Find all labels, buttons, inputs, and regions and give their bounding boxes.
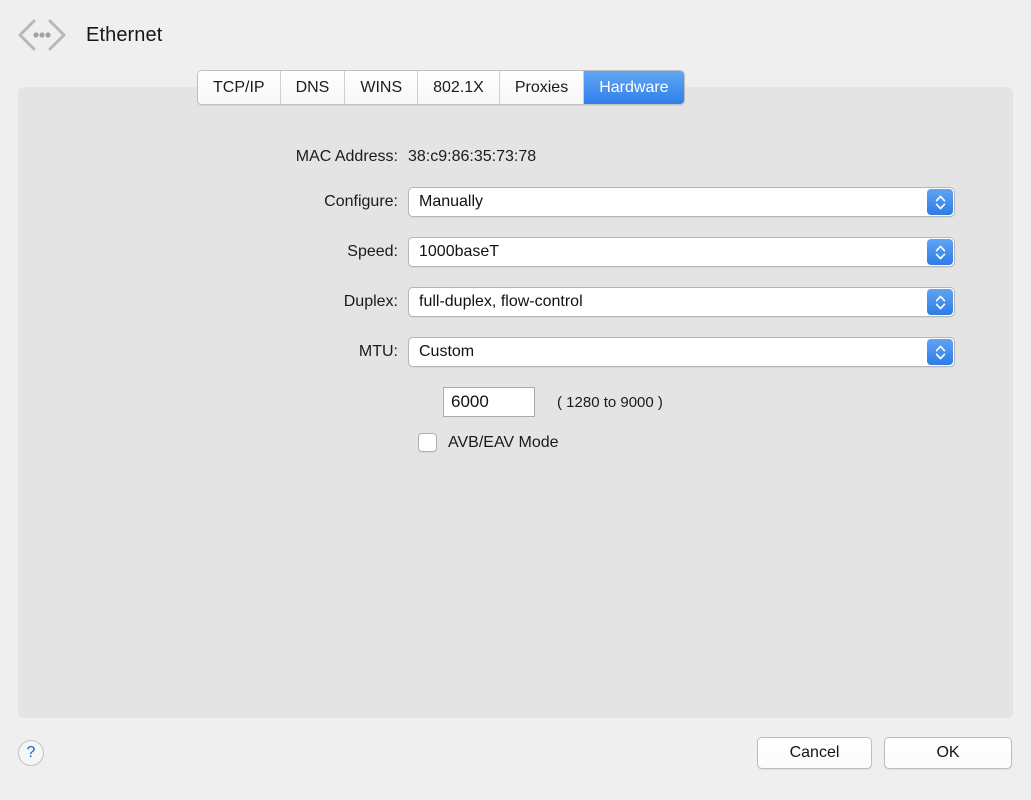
tab-tcpip[interactable]: TCP/IP <box>198 71 281 104</box>
duplex-select[interactable]: full-duplex, flow-control <box>408 287 955 317</box>
mtu-label: MTU: <box>358 343 398 360</box>
tab-proxies[interactable]: Proxies <box>499 71 585 104</box>
tab-bar: TCP/IP DNS WINS 802.1X Proxies Hardware <box>197 70 685 105</box>
mac-address-label: MAC Address: <box>295 148 398 165</box>
ethernet-icon <box>16 16 68 54</box>
configure-select[interactable]: Manually <box>408 187 955 217</box>
mtu-range-hint: ( 1280 to 9000 ) <box>557 393 663 411</box>
mtu-value-input[interactable]: 6000 <box>443 387 535 417</box>
avb-eav-label: AVB/EAV Mode <box>448 433 559 451</box>
mac-address-row: MAC Address: 38:c9:86:35:73:78 <box>0 148 536 166</box>
tab-8021x[interactable]: 802.1X <box>418 71 500 104</box>
duplex-label: Duplex: <box>343 293 398 310</box>
avb-eav-row[interactable]: AVB/EAV Mode <box>418 433 559 452</box>
avb-eav-checkbox[interactable] <box>418 433 437 452</box>
mtu-value: Custom <box>419 343 475 360</box>
configure-row: Configure: Manually <box>0 187 955 217</box>
cancel-button[interactable]: Cancel <box>757 737 872 769</box>
help-button[interactable]: ? <box>18 740 44 766</box>
speed-select[interactable]: 1000baseT <box>408 237 955 267</box>
mtu-custom-row: 6000 ( 1280 to 9000 ) <box>443 387 663 417</box>
ok-button[interactable]: OK <box>884 737 1012 769</box>
tab-hardware[interactable]: Hardware <box>584 71 684 104</box>
mtu-row: MTU: Custom <box>0 337 955 367</box>
chevron-updown-icon[interactable] <box>927 339 953 365</box>
configure-label: Configure: <box>324 193 398 210</box>
page-title: Ethernet <box>86 23 163 46</box>
duplex-value: full-duplex, flow-control <box>419 293 583 310</box>
mtu-select[interactable]: Custom <box>408 337 955 367</box>
tab-dns[interactable]: DNS <box>280 71 346 104</box>
chevron-updown-icon[interactable] <box>927 239 953 265</box>
configure-value: Manually <box>419 193 484 210</box>
speed-label: Speed: <box>347 243 398 260</box>
tab-wins[interactable]: WINS <box>345 71 419 104</box>
mac-address-value: 38:c9:86:35:73:78 <box>408 148 537 165</box>
duplex-row: Duplex: full-duplex, flow-control <box>0 287 955 317</box>
chevron-updown-icon[interactable] <box>927 289 953 315</box>
chevron-updown-icon[interactable] <box>927 189 953 215</box>
speed-row: Speed: 1000baseT <box>0 237 955 267</box>
window-header: Ethernet <box>0 0 1031 70</box>
speed-value: 1000baseT <box>419 243 500 260</box>
